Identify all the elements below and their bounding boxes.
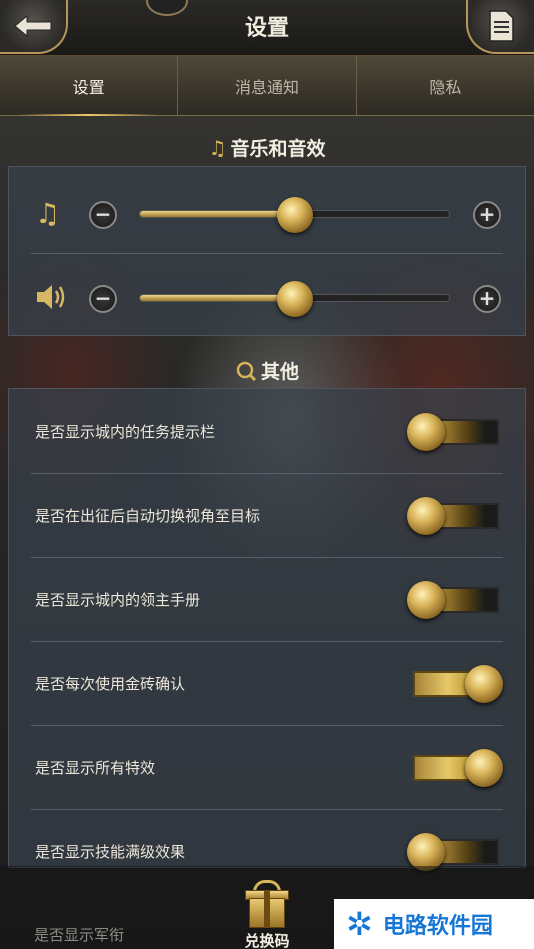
lord-manual-toggle[interactable] xyxy=(407,581,499,619)
music-slider-row: ♫ − + xyxy=(9,171,527,255)
music-slider[interactable] xyxy=(139,197,450,233)
sound-decrease-button[interactable]: − xyxy=(89,285,117,313)
toggle-label: 是否在出征后自动切换视角至目标 xyxy=(35,507,261,525)
magnifier-icon xyxy=(236,361,257,381)
toggle-track xyxy=(439,505,497,527)
toggle-label: 是否显示所有特效 xyxy=(35,759,156,777)
skill-max-effect-toggle[interactable] xyxy=(407,833,499,871)
toggle-track xyxy=(439,421,497,443)
toggle-knob xyxy=(465,665,503,703)
music-slider-handle[interactable] xyxy=(276,197,313,233)
redeem-code-button[interactable]: 兑换码 xyxy=(232,930,302,949)
other-section-header: 其他 xyxy=(0,357,534,384)
sound-slider[interactable] xyxy=(139,281,450,317)
document-icon xyxy=(489,10,514,42)
toggle-knob xyxy=(407,581,445,619)
partial-toggle-label: 是否显示军衔 xyxy=(34,926,125,944)
toggle-track xyxy=(439,589,497,611)
toggle-row: 是否显示城内的领主手册 xyxy=(9,557,527,640)
audio-section-header: ♫ 音乐和音效 xyxy=(0,134,534,161)
gift-box-icon[interactable] xyxy=(243,880,291,930)
toggle-label: 是否显示技能满级效果 xyxy=(35,843,186,861)
gift-ribbon xyxy=(264,890,270,928)
tab-settings[interactable]: 设置 xyxy=(0,56,177,116)
sound-slider-row: − + xyxy=(9,255,527,339)
auto-view-toggle[interactable] xyxy=(407,497,499,535)
watermark: ✲ 电路软件园 xyxy=(334,899,534,949)
music-increase-button[interactable]: + xyxy=(473,201,501,229)
toggle-label: 是否显示城内的任务提示栏 xyxy=(35,423,216,441)
music-note-icon: ♫ xyxy=(208,135,227,160)
task-bar-toggle[interactable] xyxy=(407,413,499,451)
toggle-row: 是否显示城内的任务提示栏 xyxy=(9,389,527,472)
music-note-icon: ♫ xyxy=(35,197,61,230)
snowflake-logo-icon: ✲ xyxy=(346,905,373,943)
audio-section-title: 音乐和音效 xyxy=(230,138,326,160)
toggle-row: 是否在出征后自动切换视角至目标 xyxy=(9,473,527,556)
divider xyxy=(31,253,503,254)
document-button[interactable] xyxy=(466,0,534,54)
toggle-knob xyxy=(407,413,445,451)
top-bar: 设置 xyxy=(0,0,534,56)
toggle-label: 是否显示城内的领主手册 xyxy=(35,591,201,609)
other-section-title: 其他 xyxy=(260,361,299,383)
page-title: 设置 xyxy=(244,16,289,41)
toggle-knob xyxy=(465,749,503,787)
speaker-icon xyxy=(37,285,65,309)
toggle-row: 是否显示所有特效 xyxy=(9,725,527,808)
toggle-label: 是否每次使用金砖确认 xyxy=(35,675,186,693)
toggle-track xyxy=(439,841,497,863)
music-slider-fill xyxy=(140,211,295,217)
watermark-text: 电路软件园 xyxy=(382,914,493,939)
tab-bar: 设置 消息通知 隐私 xyxy=(0,56,534,116)
toggle-row: 是否每次使用金砖确认 xyxy=(9,641,527,724)
music-decrease-button[interactable]: − xyxy=(89,201,117,229)
toggle-knob xyxy=(407,497,445,535)
tab-privacy[interactable]: 隐私 xyxy=(355,56,534,115)
all-effects-toggle[interactable] xyxy=(413,749,503,787)
gold-brick-confirm-toggle[interactable] xyxy=(413,665,503,703)
audio-panel: ♫ − + − + xyxy=(8,166,526,336)
tab-notifications[interactable]: 消息通知 xyxy=(177,56,355,115)
sound-slider-handle[interactable] xyxy=(276,281,313,317)
sound-slider-fill xyxy=(140,295,295,301)
sound-increase-button[interactable]: + xyxy=(473,285,501,313)
other-panel: 是否显示城内的任务提示栏 是否在出征后自动切换视角至目标 是否显示城内的领主手册… xyxy=(8,388,527,871)
